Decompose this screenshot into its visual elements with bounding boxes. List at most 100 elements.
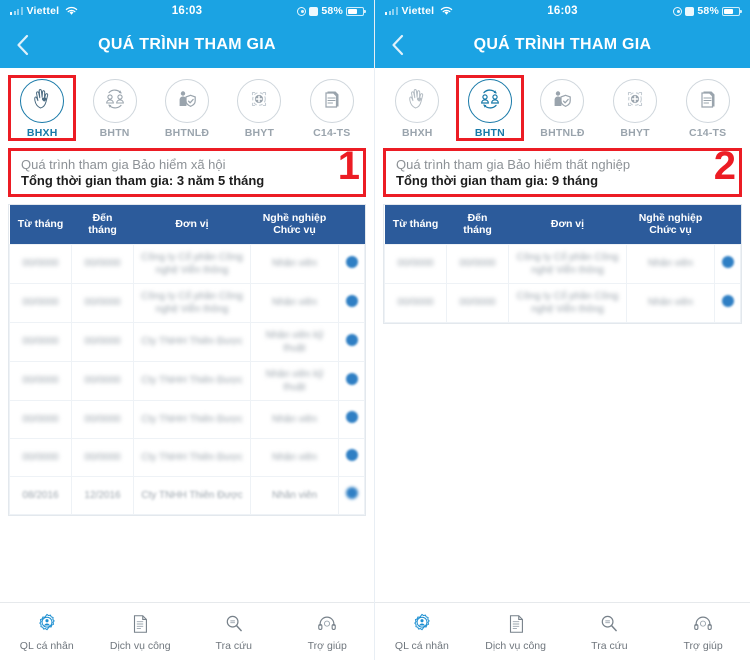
tab-circle-bhtn — [92, 79, 137, 123]
table-row[interactable]: 00/0000 00/0000 Công ty Cổ phần Công nghệ … — [9, 243, 365, 284]
table-row[interactable]: 00/0000 00/0000 Cty TNHH Thiên Được Nhân vi… — [9, 360, 365, 401]
eye-icon — [345, 333, 358, 346]
eye-icon — [345, 372, 358, 385]
cell-job: Nhân viên — [250, 437, 339, 477]
col-unit: Đơn vị — [133, 205, 251, 245]
bottom-nav-label-dich-vu-cong: Dịch vụ công — [109, 640, 171, 652]
tab-circle-c14ts — [309, 79, 354, 123]
panel-content-1: Quá trình tham gia Bảo hiểm xã hội Tổng … — [0, 144, 374, 516]
table-row[interactable]: 00/0000 00/0000 Cty TNHH Thiên Được Nhân vi… — [9, 321, 365, 362]
battery-percent-label: 58% — [321, 5, 343, 17]
cell-to: 00/0000 — [71, 399, 134, 439]
eye-icon — [345, 411, 358, 424]
bottom-nav-item-ql-ca-nhan[interactable]: QL cá nhân — [375, 611, 469, 652]
bottom-nav-item-tro-giup[interactable]: Trợ giúp — [656, 611, 750, 652]
tab-circle-bhxh — [395, 79, 440, 123]
back-button-2[interactable] — [375, 34, 419, 56]
table-row[interactable]: 00/0000 00/0000 Công ty Cổ phần Công nghệ … — [384, 282, 741, 323]
row-detail-eye-button[interactable] — [338, 321, 365, 362]
row-detail-eye-button[interactable] — [338, 399, 365, 439]
cell-unit: Cty TNHH Thiên Được — [133, 321, 251, 362]
chevron-left-icon — [16, 34, 29, 56]
cell-from: 00/0000 — [9, 321, 72, 362]
col-to-line1: Đến — [467, 212, 488, 224]
row-detail-eye-button[interactable] — [338, 282, 365, 323]
alarm-icon — [309, 6, 319, 16]
cell-unit: Công ty Cổ phần Công nghệ Viễn thông — [508, 243, 627, 284]
people-exchange-icon — [102, 86, 128, 117]
sidebar-item-bhxh[interactable]: BHXH — [381, 75, 454, 141]
row-detail-eye-button[interactable] — [714, 282, 741, 323]
sidebar-item-c14ts[interactable]: C14-TS — [296, 75, 368, 141]
cell-unit: Cty TNHH Thiên Được — [133, 437, 251, 477]
bottom-nav-item-ql-ca-nhan[interactable]: QL cá nhân — [0, 611, 94, 652]
table-1: Từ tháng Đến tháng Đơn vị Nghề nghiệp Ch… — [9, 205, 365, 515]
tab-circle-bhtnld — [540, 79, 585, 123]
bottom-nav-item-tra-cuu[interactable]: Tra cứu — [563, 611, 657, 652]
bottom-nav-item-dich-vu-cong[interactable]: Dịch vụ công — [94, 611, 188, 652]
sidebar-item-bhyt[interactable]: BHYT — [599, 75, 672, 141]
table-row[interactable]: 00/0000 00/0000 Cty TNHH Thiên Được Nhân vi… — [9, 399, 365, 439]
bottom-nav-label-tra-cuu: Tra cứu — [591, 640, 628, 652]
col-job-line2: Chức vụ — [273, 224, 316, 237]
row-detail-eye-button[interactable] — [338, 243, 365, 284]
info-title-1: Quá trình tham gia Bảo hiểm xã hội — [21, 157, 226, 172]
cell-job: Nhân viên kỹ thuật — [250, 321, 339, 362]
sidebar-item-bhxh[interactable]: BHXH — [6, 75, 78, 141]
row-detail-eye-button[interactable] — [338, 360, 365, 401]
cell-unit: Công ty Cổ phần Công nghệ Viễn thông — [133, 243, 251, 284]
magnifier-icon — [598, 611, 620, 635]
back-button[interactable] — [0, 34, 44, 56]
row-detail-eye-button[interactable] — [338, 437, 365, 477]
col-unit: Đơn vị — [508, 205, 627, 245]
table-body-2: 00/0000 00/0000 Công ty Cổ phần Công nghệ … — [384, 243, 741, 323]
nav-header: QUÁ TRÌNH THAM GIA — [0, 22, 374, 68]
sidebar-item-c14ts[interactable]: C14-TS — [671, 75, 744, 141]
sidebar-item-bhyt[interactable]: BHYT — [223, 75, 295, 141]
info-summary-box-1: Quá trình tham gia Bảo hiểm xã hội Tổng … — [8, 148, 366, 197]
cell-from: 00/0000 — [9, 243, 72, 284]
tab-label-bhxh: BHXH — [402, 127, 433, 139]
row-detail-eye-button[interactable] — [338, 475, 365, 515]
cell-unit: Cty TNHH Thiên Được — [133, 475, 251, 515]
sidebar-item-bhtn[interactable]: BHTN — [78, 75, 150, 141]
category-tab-strip-1: BHXH BHTN BHTNLĐ BHYT C14-TS — [0, 68, 374, 144]
cell-from: 08/2016 — [9, 475, 72, 515]
cell-unit: Cty TNHH Thiên Được — [133, 360, 251, 401]
step-number-1: 1 — [337, 144, 360, 188]
cell-job: Nhân viên — [250, 243, 339, 284]
col-action — [338, 205, 365, 245]
row-detail-eye-button[interactable] — [714, 243, 741, 284]
sidebar-item-bhtnld[interactable]: BHTNLĐ — [526, 75, 599, 141]
bottom-nav-item-tra-cuu[interactable]: Tra cứu — [187, 611, 281, 652]
table-body-1: 00/0000 00/0000 Công ty Cổ phần Công nghệ … — [9, 243, 365, 515]
table-row[interactable]: 00/0000 00/0000 Công ty Cổ phần Công nghệ … — [9, 282, 365, 323]
medical-cross-icon — [246, 86, 272, 117]
bottom-nav-item-dich-vu-cong[interactable]: Dịch vụ công — [469, 611, 563, 652]
step-number-2: 2 — [713, 144, 736, 188]
cell-job: Nhân viên kỹ thuật — [250, 360, 339, 401]
tab-label-bhtn: BHTN — [474, 127, 505, 139]
alarm-icon — [685, 6, 695, 16]
worker-shield-icon — [549, 86, 575, 117]
cell-to: 00/0000 — [71, 321, 134, 362]
table-row[interactable]: 00/0000 00/0000 Công ty Cổ phần Công nghệ … — [384, 243, 741, 284]
clipboard-icon — [129, 611, 151, 635]
magnifier-icon — [223, 611, 245, 635]
page-title-2: QUÁ TRÌNH THAM GIA — [473, 36, 652, 53]
sidebar-item-bhtn[interactable]: BHTN — [454, 75, 527, 141]
bottom-nav-1: QL cá nhân Dịch vụ công Tra cứu Trợ giúp — [0, 602, 374, 660]
table-row[interactable]: 00/0000 00/0000 Cty TNHH Thiên Được Nhân vi… — [9, 437, 365, 477]
headset-icon — [316, 611, 338, 635]
table-header-2: Từ tháng Đến tháng Đơn vị Nghề nghiệp Ch… — [384, 205, 741, 245]
bottom-nav-label-ql-ca-nhan: QL cá nhân — [19, 640, 74, 652]
cell-to: 12/2016 — [71, 475, 134, 515]
col-to: Đến tháng — [446, 205, 509, 245]
eye-icon — [345, 449, 358, 462]
bottom-nav-2: QL cá nhân Dịch vụ công Tra cứu Trợ giúp — [375, 602, 750, 660]
chevron-left-icon — [391, 34, 404, 56]
table-row[interactable]: 08/2016 12/2016 Cty TNHH Thiên Được Nhân vi… — [9, 475, 365, 515]
bottom-nav-item-tro-giup[interactable]: Trợ giúp — [281, 611, 375, 652]
sidebar-item-bhtnld[interactable]: BHTNLĐ — [151, 75, 223, 141]
bottom-nav-label-tra-cuu: Tra cứu — [215, 640, 252, 652]
